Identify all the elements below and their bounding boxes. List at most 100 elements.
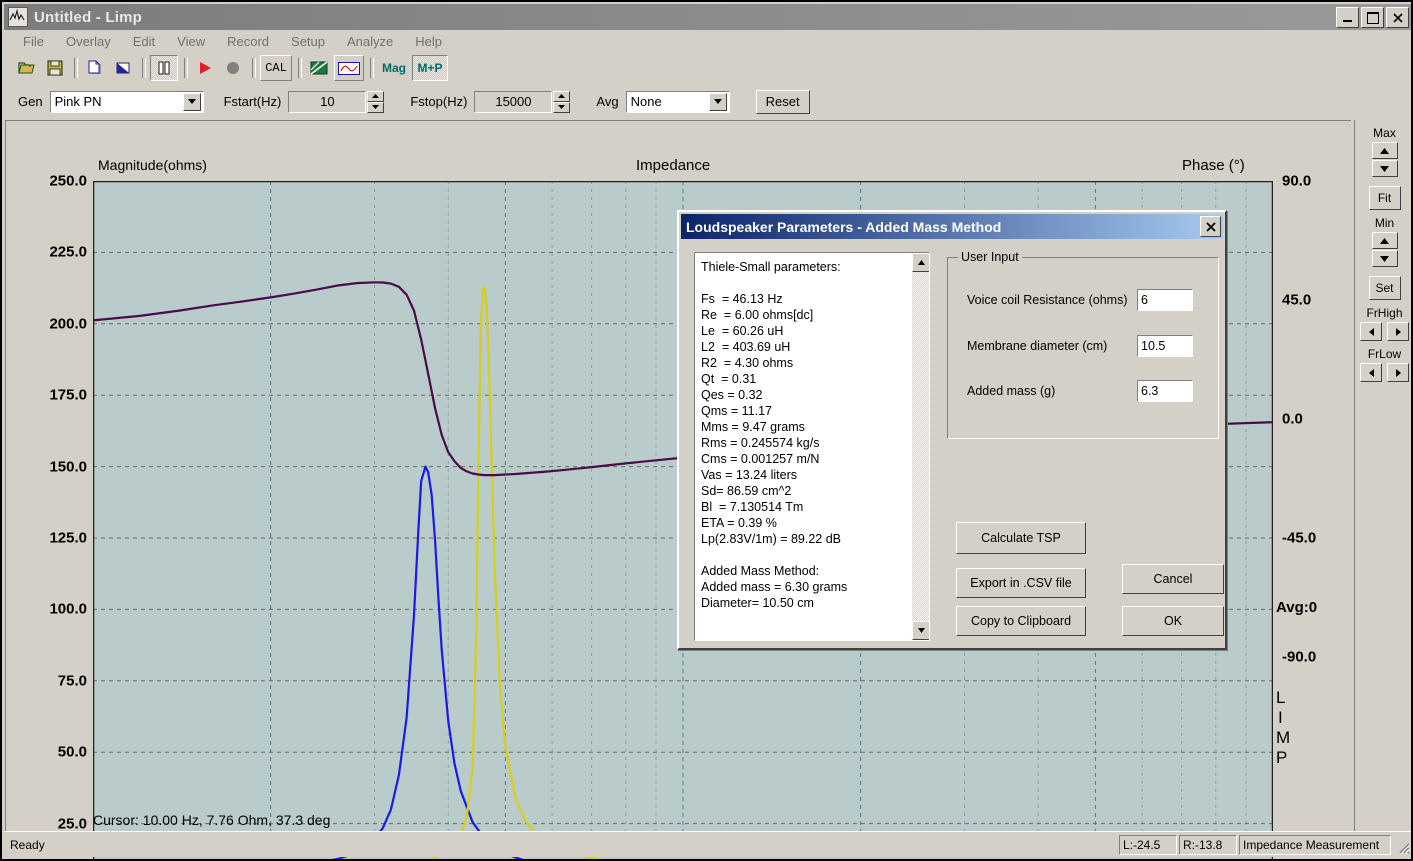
pause-icon[interactable]: [150, 55, 178, 81]
y-tick-label: 50.0: [57, 743, 87, 761]
cancel-label: Cancel: [1153, 572, 1193, 586]
calculate-tsp-button[interactable]: Calculate TSP: [956, 522, 1086, 554]
vcr-label: Voice coil Resistance (ohms): [967, 292, 1128, 307]
menu-overlay[interactable]: Overlay: [55, 32, 122, 51]
title-bar: Untitled - Limp: [4, 4, 1411, 30]
reset-button[interactable]: Reset: [755, 89, 810, 114]
y-tick-label: 125.0: [49, 529, 87, 547]
menu-analyze[interactable]: Analyze: [336, 32, 404, 51]
record-icon[interactable]: [220, 56, 246, 80]
ok-button[interactable]: OK: [1122, 606, 1224, 636]
frhigh-left-icon[interactable]: [1360, 322, 1382, 341]
fstop-label: Fstop(Hz): [410, 94, 468, 109]
dialog-close-button[interactable]: [1200, 216, 1221, 237]
cal-icon[interactable]: CAL: [260, 55, 292, 81]
fit-button[interactable]: Fit: [1368, 186, 1401, 210]
menu-record[interactable]: Record: [216, 32, 280, 51]
min-up-icon[interactable]: [1371, 232, 1398, 249]
menu-view[interactable]: View: [166, 32, 216, 51]
overlay-icon[interactable]: [306, 56, 332, 80]
avg-label: Avg: [596, 94, 619, 109]
min-down-icon[interactable]: [1371, 250, 1398, 267]
membrane-label: Membrane diameter (cm): [967, 339, 1108, 353]
avg-select[interactable]: None: [625, 90, 730, 113]
cursor-text: Cursor: 10.00 Hz, 7.76 Ohm, 37.3 deg: [93, 812, 331, 828]
status-ready: Ready: [10, 837, 45, 852]
tsp-scrollbar[interactable]: [912, 253, 929, 640]
y-tick-label: 175.0: [49, 386, 87, 404]
status-cells: L:-24.5 R:-13.8 Impedance Measurement: [1119, 834, 1391, 855]
y2-tick-label: -45.0: [1282, 529, 1317, 547]
frlow-controls[interactable]: [1355, 363, 1411, 382]
cancel-button[interactable]: Cancel: [1122, 564, 1224, 594]
generator-icon[interactable]: [334, 55, 364, 81]
play-icon[interactable]: [192, 56, 218, 80]
status-left-level: L:-24.5: [1119, 834, 1177, 855]
max-up-icon[interactable]: [1371, 142, 1398, 159]
set-button[interactable]: Set: [1368, 276, 1401, 300]
membrane-input[interactable]: 10.5: [1137, 335, 1193, 357]
menu-edit[interactable]: Edit: [122, 32, 166, 51]
max-down-icon[interactable]: [1371, 160, 1398, 177]
y2-axis-title: Phase (°): [1182, 157, 1245, 174]
toolbar: CAL Mag M+P: [4, 53, 1411, 84]
gen-select[interactable]: Pink PN: [49, 90, 204, 113]
magphase-button[interactable]: M+P: [412, 55, 448, 81]
mag-button[interactable]: Mag: [378, 56, 410, 80]
frhigh-right-icon[interactable]: [1387, 322, 1409, 341]
dialog-title-bar: Loudspeaker Parameters - Added Mass Meth…: [681, 214, 1223, 239]
dialog-title: Loudspeaker Parameters - Added Mass Meth…: [686, 218, 1002, 235]
addedmass-input[interactable]: 6.3: [1137, 380, 1193, 402]
vcr-input[interactable]: 6: [1137, 289, 1193, 311]
fstop-value: 15000: [495, 94, 532, 109]
loudspeaker-parameters-dialog: Loudspeaker Parameters - Added Mass Meth…: [677, 210, 1227, 650]
save-icon[interactable]: [42, 56, 68, 80]
copy-icon[interactable]: [110, 56, 136, 80]
chevron-down-icon[interactable]: [182, 92, 201, 111]
frlow-right-icon[interactable]: [1387, 363, 1409, 382]
membrane-value: 10.5: [1141, 339, 1166, 353]
export-csv-button[interactable]: Export in .CSV file: [956, 568, 1086, 598]
scroll-up-icon[interactable]: [912, 253, 929, 272]
toolbar-separator-5: [298, 58, 302, 78]
minimize-button[interactable]: [1336, 7, 1359, 28]
frhigh-label: FrHigh: [1366, 306, 1403, 320]
new-icon[interactable]: [82, 56, 108, 80]
vcr-value: 6: [1141, 293, 1148, 307]
fstart-stepper[interactable]: [367, 90, 385, 113]
max-stepper[interactable]: [1355, 142, 1411, 178]
scroll-down-icon[interactable]: [912, 621, 929, 640]
maximize-button[interactable]: [1361, 7, 1384, 28]
fstart-down-icon[interactable]: [367, 101, 385, 113]
menu-help[interactable]: Help: [404, 32, 453, 51]
fstop-stepper[interactable]: [553, 90, 571, 113]
status-bar: Ready L:-24.5 R:-13.8 Impedance Measurem…: [4, 831, 1411, 857]
open-icon[interactable]: [14, 56, 40, 80]
frlow-left-icon[interactable]: [1360, 363, 1382, 382]
status-right-level: R:-13.8: [1179, 834, 1237, 855]
resize-grip-icon[interactable]: [1394, 838, 1410, 854]
menu-file[interactable]: File: [12, 32, 55, 51]
avg-chevron-down-icon[interactable]: [708, 92, 727, 111]
min-label: Min: [1374, 216, 1395, 230]
fstart-up-icon[interactable]: [367, 90, 385, 102]
tsp-results-panel[interactable]: Thiele-Small parameters: Fs = 46.13 Hz R…: [694, 252, 930, 641]
fstart-input[interactable]: 10: [288, 90, 367, 113]
fstop-up-icon[interactable]: [553, 90, 571, 102]
addedmass-value: 6.3: [1141, 384, 1159, 398]
vcr-row: Voice coil Resistance (ohms) 6: [967, 289, 1207, 311]
fstart-value: 10: [320, 94, 335, 109]
chart-title: Impedance: [636, 157, 711, 174]
frhigh-controls[interactable]: [1355, 322, 1411, 341]
menu-setup[interactable]: Setup: [280, 32, 336, 51]
avg-count-label: Avg:0: [1276, 599, 1318, 616]
min-stepper[interactable]: [1355, 232, 1411, 268]
close-button[interactable]: [1386, 7, 1409, 28]
addedmass-row: Added mass (g) 6.3: [967, 380, 1207, 402]
toolbar-separator-3: [184, 58, 188, 78]
fstop-down-icon[interactable]: [553, 101, 571, 113]
y-tick-label: 250.0: [49, 172, 87, 190]
copy-clipboard-button[interactable]: Copy to Clipboard: [956, 606, 1086, 636]
fstop-input[interactable]: 15000: [474, 90, 553, 113]
toolbar-separator-2: [142, 58, 146, 78]
